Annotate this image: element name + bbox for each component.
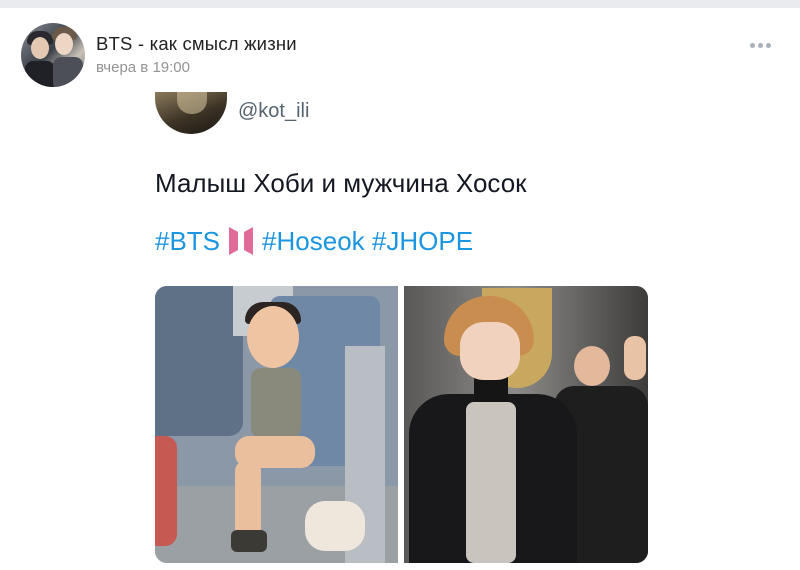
bts-logo-icon [229,227,254,255]
top-bar [0,0,800,8]
tweet-screenshot: @kot_ili Малыш Хоби и мужчина Хосок #BTS… [0,88,800,570]
tweet-author-avatar [155,92,227,134]
group-avatar[interactable] [21,23,85,87]
photo-child-airplane[interactable] [155,286,398,563]
photo-red-carpet[interactable] [404,286,648,563]
tweet-photos [155,286,648,563]
hashtag-hoseok[interactable]: #Hoseok [262,226,365,257]
more-horizontal-icon [749,42,755,48]
tweet-hashtags: #BTS #Hoseok #JHOPE [155,224,473,258]
hashtag-bts[interactable]: #BTS [155,226,220,257]
group-name-link[interactable]: BTS - как смысл жизни [96,33,297,55]
hashtag-jhope[interactable]: #JHOPE [372,226,473,257]
more-options-button[interactable] [744,34,776,56]
post-timestamp[interactable]: вчера в 19:00 [96,59,190,76]
tweet-text: Малыш Хоби и мужчина Хосок [155,168,527,198]
tweet-handle: @kot_ili [238,100,310,122]
